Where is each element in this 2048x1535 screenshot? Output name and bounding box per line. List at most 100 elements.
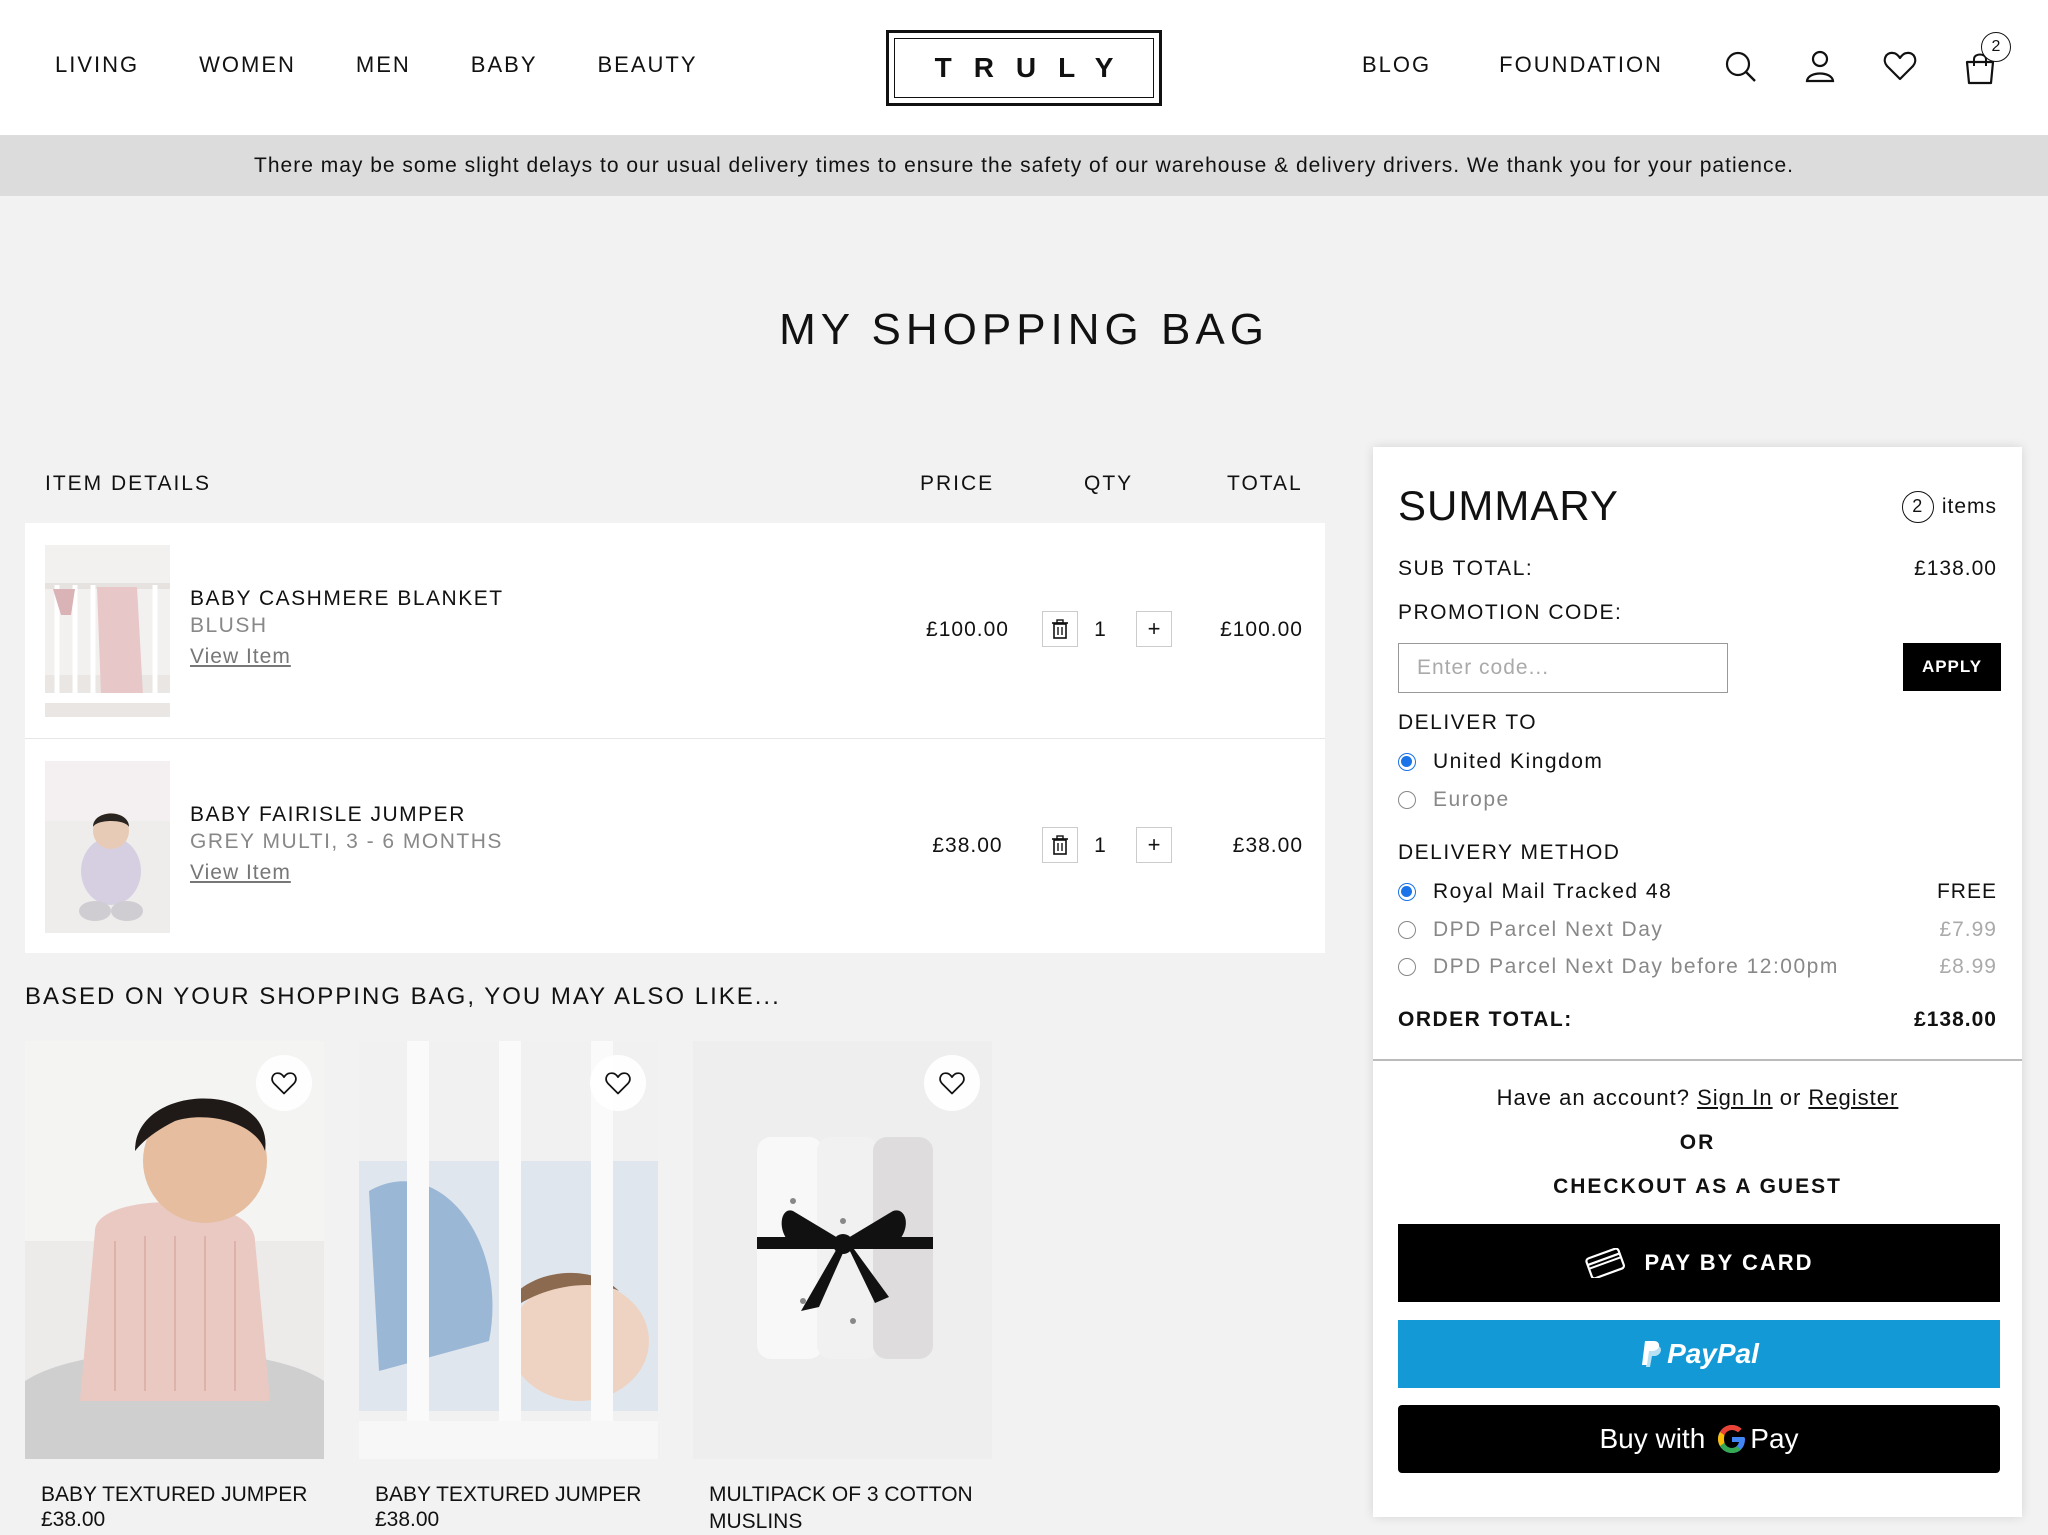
- search-icon[interactable]: [1722, 48, 1758, 84]
- heart-icon[interactable]: [1882, 48, 1918, 84]
- or-text: or: [1779, 1085, 1802, 1110]
- wishlist-button[interactable]: [256, 1055, 312, 1111]
- recommendation-card[interactable]: MULTIPACK OF 3 COTTON MUSLINS: [693, 1041, 992, 1535]
- google-g-icon: [1718, 1425, 1746, 1453]
- site-logo[interactable]: TRULY: [886, 30, 1162, 106]
- deliver-to-label: DELIVER TO: [1398, 711, 1538, 734]
- method-price: FREE: [1936, 880, 1997, 903]
- item-price: £100.00: [926, 618, 1009, 641]
- trash-icon: [1052, 619, 1068, 639]
- radio-unselected[interactable]: [1398, 958, 1416, 976]
- product-name[interactable]: BABY TEXTURED JUMPER: [25, 1481, 324, 1508]
- gpay-prefix: Buy with: [1599, 1423, 1706, 1454]
- apply-promo-button[interactable]: APPLY: [1903, 643, 2001, 691]
- heart-icon: [939, 1072, 965, 1095]
- nav-blog[interactable]: BLOG: [1362, 52, 1431, 78]
- view-item-link[interactable]: View Item: [190, 861, 291, 885]
- radio-selected[interactable]: [1398, 883, 1416, 901]
- deliver-option-europe[interactable]: Europe: [1398, 788, 1510, 812]
- nav-baby[interactable]: BABY: [471, 52, 538, 78]
- register-link[interactable]: Register: [1808, 1085, 1898, 1110]
- pay-by-card-label: PAY BY CARD: [1644, 1250, 1814, 1275]
- product-thumbnail[interactable]: [45, 761, 170, 933]
- product-thumbnail[interactable]: [45, 545, 170, 717]
- col-total: TOTAL: [1227, 472, 1303, 495]
- item-price: £38.00: [932, 834, 1003, 857]
- product-image[interactable]: [25, 1041, 324, 1459]
- bag-item-row: BABY FAIRISLE JUMPER GREY MULTI, 3 - 6 M…: [25, 738, 1325, 953]
- nav-living[interactable]: LIVING: [55, 52, 139, 78]
- product-image[interactable]: [359, 1041, 658, 1459]
- option-label: Europe: [1433, 788, 1510, 811]
- delete-item-button[interactable]: [1042, 611, 1078, 647]
- heart-icon: [605, 1072, 631, 1095]
- heart-icon: [271, 1072, 297, 1095]
- recommendations-title: BASED ON YOUR SHOPPING BAG, YOU MAY ALSO…: [25, 983, 781, 1010]
- paypal-label: PayPal: [1667, 1338, 1759, 1369]
- wishlist-button[interactable]: [924, 1055, 980, 1111]
- pay-by-card-button[interactable]: PAY BY CARD: [1398, 1224, 2000, 1302]
- promo-label: PROMOTION CODE:: [1398, 601, 1623, 624]
- method-label: DPD Parcel Next Day before 12:00pm: [1433, 955, 1839, 978]
- announcement-bar: There may be some slight delays to our u…: [0, 136, 2048, 196]
- nav-men[interactable]: MEN: [356, 52, 411, 78]
- product-name[interactable]: BABY TEXTURED JUMPER: [359, 1481, 658, 1508]
- order-total-value: £138.00: [1914, 1008, 1997, 1031]
- subtotal-value: £138.00: [1914, 557, 1997, 580]
- recommendation-card[interactable]: BABY TEXTURED JUMPER £38.00: [25, 1041, 324, 1532]
- quantity-value: 1: [1094, 834, 1106, 857]
- promo-code-input[interactable]: [1398, 643, 1728, 693]
- paypal-icon: [1642, 1341, 1662, 1367]
- quantity-value: 1: [1094, 618, 1106, 641]
- col-item-details: ITEM DETAILS: [45, 472, 211, 495]
- account-prompt-text: Have an account?: [1496, 1085, 1690, 1110]
- item-count-badge: 2: [1901, 491, 1934, 523]
- item-count-label: items: [1941, 495, 1997, 518]
- recommendation-card[interactable]: BABY TEXTURED JUMPER £38.00: [359, 1041, 658, 1532]
- method-label: DPD Parcel Next Day: [1433, 918, 1664, 941]
- nav-beauty[interactable]: BEAUTY: [598, 52, 698, 78]
- wishlist-button[interactable]: [590, 1055, 646, 1111]
- item-name: BABY CASHMERE BLANKET: [190, 587, 504, 610]
- view-item-link[interactable]: View Item: [190, 645, 291, 669]
- primary-nav: LIVING WOMEN MEN BABY BEAUTY: [55, 52, 758, 78]
- delete-item-button[interactable]: [1042, 827, 1078, 863]
- paypal-button[interactable]: PayPal: [1398, 1320, 2000, 1388]
- or-divider-text: OR: [1679, 1131, 1716, 1154]
- summary-divider: [1373, 1059, 2022, 1061]
- col-price: PRICE: [920, 472, 995, 495]
- method-label: Royal Mail Tracked 48: [1433, 880, 1673, 903]
- nav-foundation[interactable]: FOUNDATION: [1499, 52, 1663, 78]
- option-label: United Kingdom: [1433, 750, 1604, 773]
- deliver-option-uk[interactable]: United Kingdom: [1398, 750, 1603, 774]
- increase-qty-button[interactable]: +: [1136, 827, 1172, 863]
- secondary-nav: BLOG FOUNDATION: [1362, 52, 1731, 78]
- delivery-method-royal-mail[interactable]: Royal Mail Tracked 48: [1398, 880, 1672, 904]
- gpay-pay-label: Pay: [1750, 1423, 1799, 1454]
- radio-selected[interactable]: [1398, 753, 1416, 771]
- product-image[interactable]: [693, 1041, 992, 1459]
- item-variant: GREY MULTI, 3 - 6 MONTHS: [190, 830, 503, 853]
- site-header: LIVING WOMEN MEN BABY BEAUTY TRULY BLOG …: [0, 0, 2048, 136]
- summary-title: SUMMARY: [1398, 482, 1619, 529]
- increase-qty-button[interactable]: +: [1136, 611, 1172, 647]
- product-name[interactable]: MULTIPACK OF 3 COTTON MUSLINS: [693, 1481, 992, 1535]
- sign-in-link[interactable]: Sign In: [1697, 1085, 1773, 1110]
- radio-unselected[interactable]: [1398, 791, 1416, 809]
- google-pay-button[interactable]: Buy with Pay: [1398, 1405, 2000, 1473]
- item-count: 2 items: [1901, 491, 1997, 523]
- item-name: BABY FAIRISLE JUMPER: [190, 803, 466, 826]
- bag-item-row: BABY CASHMERE BLANKET BLUSH View Item £1…: [25, 523, 1325, 738]
- radio-unselected[interactable]: [1398, 921, 1416, 939]
- order-summary-panel: SUMMARY 2 items SUB TOTAL: £138.00 PROMO…: [1373, 447, 2022, 1517]
- delivery-method-dpd-next-day[interactable]: DPD Parcel Next Day: [1398, 918, 1663, 942]
- delivery-method-dpd-before-noon[interactable]: DPD Parcel Next Day before 12:00pm: [1398, 955, 1839, 979]
- account-icon[interactable]: [1802, 48, 1838, 84]
- credit-card-icon: [1585, 1248, 1626, 1278]
- delivery-method-label: DELIVERY METHOD: [1398, 841, 1621, 864]
- order-total-label: ORDER TOTAL:: [1398, 1008, 1573, 1031]
- cart-count-badge: 2: [1981, 32, 2011, 62]
- product-price: £38.00: [41, 1508, 106, 1531]
- nav-women[interactable]: WOMEN: [199, 52, 296, 78]
- guest-checkout-heading: CHECKOUT AS A GUEST: [1553, 1175, 1842, 1198]
